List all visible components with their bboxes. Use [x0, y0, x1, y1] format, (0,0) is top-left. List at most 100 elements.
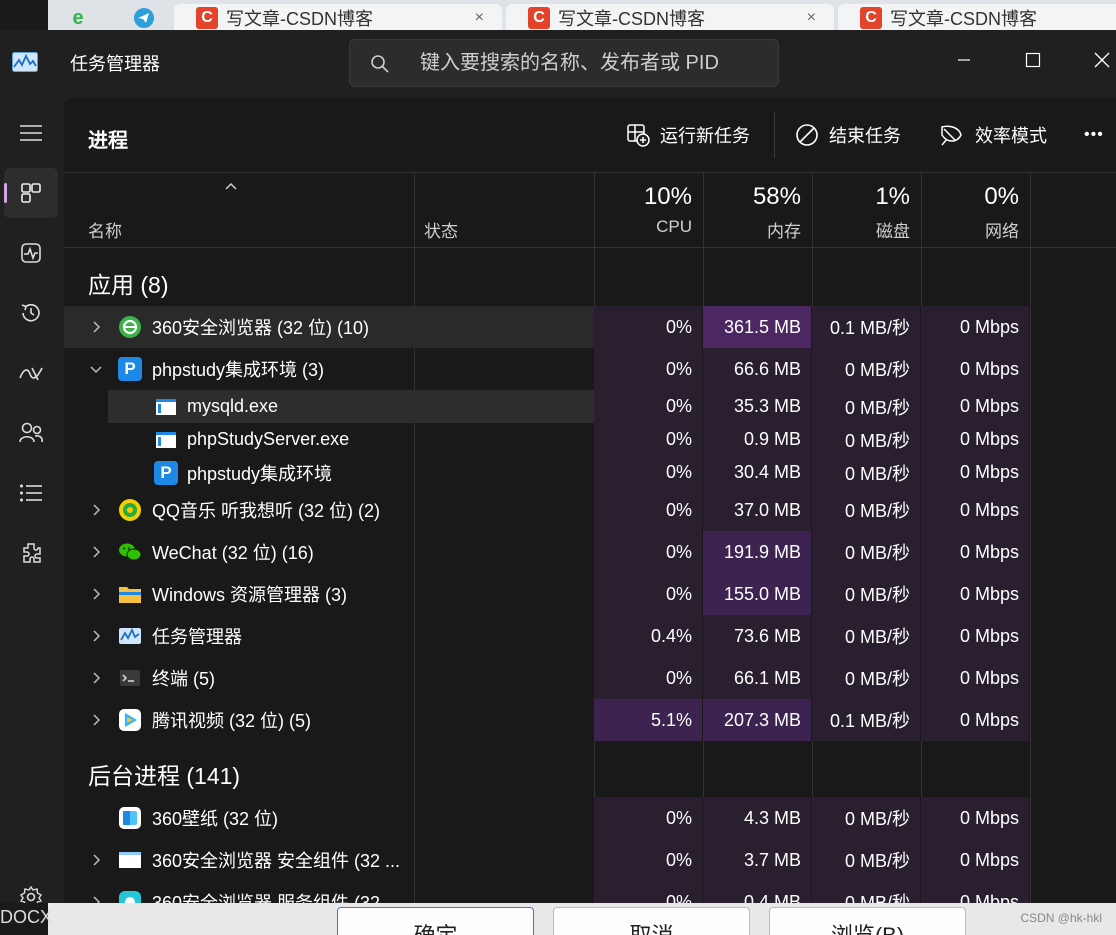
header-disk[interactable]: 磁盘: [810, 217, 910, 242]
chevron-right-icon[interactable]: [88, 586, 104, 602]
header-status[interactable]: 状态: [424, 217, 458, 242]
process-row[interactable]: 360安全浏览器 安全组件 (32 ... 0% 3.7 MB 0 MB/秒 0…: [64, 839, 1116, 881]
process-row[interactable]: QQ音乐 听我想听 (32 位) (2) 0% 37.0 MB 0 MB/秒 0…: [64, 489, 1116, 531]
group-title-apps: 应用 (8): [88, 272, 169, 298]
memory-cell: 3.7 MB: [703, 839, 811, 881]
header-memory[interactable]: 内存: [701, 217, 801, 242]
minimize-button[interactable]: [932, 38, 996, 82]
folder-icon: [119, 587, 141, 603]
child-process-row[interactable]: P phpstudy集成环境 0% 30.4 MB 0 MB/秒 0 Mbps: [64, 456, 1116, 489]
disk-cell: 0 MB/秒: [812, 348, 920, 390]
process-list: 应用 (8) 360安全浏览器 (32 位) (10) 0% 361.5 MB …: [64, 248, 1116, 903]
cancel-button[interactable]: 取消: [553, 907, 750, 935]
app-history-icon: [21, 303, 40, 322]
network-cell: 0 Mbps: [921, 456, 1029, 489]
title-bar[interactable]: 任务管理器: [0, 30, 1116, 92]
process-row[interactable]: 360壁纸 (32 位) 0% 4.3 MB 0 MB/秒 0 Mbps: [64, 797, 1116, 839]
run-new-task-button[interactable]: 运行新任务: [626, 118, 750, 152]
column-divider[interactable]: [414, 173, 415, 249]
chevron-right-icon[interactable]: [88, 670, 104, 686]
child-process-row[interactable]: mysqld.exe 0% 35.3 MB 0 MB/秒 0 Mbps: [64, 390, 1116, 423]
group-title-background: 后台进程 (141): [88, 763, 241, 789]
child-process-row[interactable]: phpStudyServer.exe 0% 0.9 MB 0 MB/秒 0 Mb…: [64, 423, 1116, 456]
browser-logo-icon[interactable]: e: [62, 4, 94, 32]
nav-details[interactable]: [4, 468, 58, 518]
group-header-background: 后台进程 (141): [64, 741, 1116, 797]
header-cpu-percent[interactable]: 10%: [592, 183, 692, 211]
nav-services[interactable]: [4, 528, 58, 578]
close-tab-icon[interactable]: ×: [475, 9, 484, 27]
chevron-right-icon[interactable]: [88, 502, 104, 518]
terminal-icon: [120, 670, 140, 686]
search-box[interactable]: [349, 39, 779, 87]
chevron-right-icon[interactable]: [88, 319, 104, 335]
efficiency-mode-button[interactable]: 效率模式: [939, 118, 1047, 152]
nav-users[interactable]: [4, 408, 58, 458]
more-options-button[interactable]: •••: [1084, 118, 1104, 152]
maximize-button[interactable]: [1001, 38, 1065, 82]
chevron-right-icon[interactable]: [88, 628, 104, 644]
header-disk-percent[interactable]: 1%: [810, 183, 910, 211]
exe-window-icon: [156, 398, 176, 415]
startup-apps-icon: [19, 367, 43, 381]
process-row[interactable]: 腾讯视频 (32 位) (5) 5.1% 207.3 MB 0.1 MB/秒 0…: [64, 699, 1116, 741]
header-memory-percent[interactable]: 58%: [701, 183, 801, 211]
background-dialog-strip: DOCX 确定 取消 浏览(B) CSDN @hk-hkl: [0, 903, 1116, 935]
browser-tab[interactable]: C 写文章-CSDN博客 ×: [506, 4, 834, 32]
browser-tab-label: 写文章-CSDN博客: [890, 9, 1037, 29]
side-navigation: [0, 92, 62, 903]
memory-cell: 361.5 MB: [703, 306, 811, 348]
header-name[interactable]: 名称: [88, 217, 122, 242]
process-row[interactable]: 360安全浏览器 (32 位) (10) 0% 361.5 MB 0.1 MB/…: [64, 306, 1116, 348]
hamburger-menu-button[interactable]: [4, 108, 58, 158]
browse-button[interactable]: 浏览(B): [769, 907, 966, 935]
browser-tab[interactable]: C 写文章-CSDN博客 ×: [174, 4, 502, 32]
process-row[interactable]: P phpstudy集成环境 (3) 0% 66.6 MB 0 MB/秒 0 M…: [64, 348, 1116, 390]
nav-startup-apps[interactable]: [4, 348, 58, 398]
process-row[interactable]: 任务管理器 0.4% 73.6 MB 0 MB/秒 0 Mbps: [64, 615, 1116, 657]
chevron-right-icon[interactable]: [88, 544, 104, 560]
exe-window-icon: [156, 431, 176, 448]
ok-button[interactable]: 确定: [337, 907, 534, 935]
end-task-icon: [796, 124, 818, 146]
header-cpu[interactable]: CPU: [592, 217, 692, 237]
cpu-cell: 5.1%: [594, 699, 702, 741]
tencent-video-icon: [119, 709, 141, 731]
close-tab-icon[interactable]: ×: [807, 9, 816, 27]
process-row[interactable]: 终端 (5) 0% 66.1 MB 0 MB/秒 0 Mbps: [64, 657, 1116, 699]
chevron-down-icon[interactable]: [88, 361, 104, 377]
column-divider[interactable]: [1030, 173, 1031, 249]
browser-tab[interactable]: C 写文章-CSDN博客: [838, 4, 1116, 32]
end-task-button[interactable]: 结束任务: [795, 118, 901, 152]
header-network[interactable]: 网络: [919, 217, 1019, 242]
search-icon: [371, 55, 389, 73]
nav-settings[interactable]: [4, 872, 58, 903]
chevron-right-icon[interactable]: [88, 852, 104, 868]
process-name: phpstudy集成环境 (3): [152, 360, 325, 380]
header-network-percent[interactable]: 0%: [919, 183, 1019, 211]
processes-icon: [21, 183, 41, 203]
search-input[interactable]: [420, 48, 760, 78]
disk-cell: 0.1 MB/秒: [812, 699, 920, 741]
row-highlight: [108, 390, 594, 423]
phpstudy-icon: P: [118, 357, 142, 381]
memory-cell: 155.0 MB: [703, 573, 811, 615]
telegram-icon[interactable]: [128, 4, 160, 32]
nav-processes[interactable]: [4, 168, 58, 218]
close-button[interactable]: [1070, 38, 1116, 82]
task-manager-icon: [119, 627, 141, 644]
cpu-cell: 0%: [594, 531, 702, 573]
chevron-right-icon[interactable]: [88, 712, 104, 728]
process-row[interactable]: WeChat (32 位) (16) 0% 191.9 MB 0 MB/秒 0 …: [64, 531, 1116, 573]
memory-cell: 207.3 MB: [703, 699, 811, 741]
window-title: 任务管理器: [70, 54, 160, 74]
nav-performance[interactable]: [4, 228, 58, 278]
nav-app-history[interactable]: [4, 288, 58, 338]
process-row[interactable]: Windows 资源管理器 (3) 0% 155.0 MB 0 MB/秒 0 M…: [64, 573, 1116, 615]
disk-cell: 0.1 MB/秒: [812, 306, 920, 348]
process-row[interactable]: 360安全浏览器 服务组件 (32 ... 0% 0.4 MB 0 MB/秒 0…: [64, 881, 1116, 903]
chevron-right-icon[interactable]: [88, 894, 104, 903]
network-cell: 0 Mbps: [921, 531, 1029, 573]
browser-tab-label: 写文章-CSDN博客: [558, 9, 705, 29]
network-cell: 0 Mbps: [921, 797, 1029, 839]
